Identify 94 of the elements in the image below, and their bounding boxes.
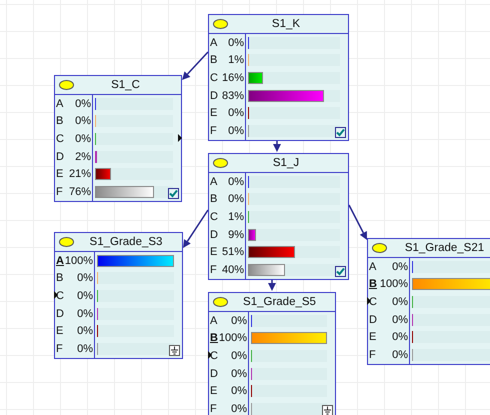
probability-value: 0% bbox=[392, 348, 408, 361]
probability-value: 0% bbox=[75, 98, 91, 110]
probability-value: 0% bbox=[392, 331, 408, 344]
node-title: S1_C bbox=[110, 79, 141, 91]
state-label: A bbox=[56, 254, 64, 267]
probability-value: 0% bbox=[228, 36, 244, 49]
probability-value: 40% bbox=[222, 264, 244, 276]
probability-value: 0% bbox=[228, 176, 244, 188]
ground-icon[interactable] bbox=[322, 404, 333, 415]
probability-value: 83% bbox=[222, 90, 244, 102]
state-label: A bbox=[210, 176, 218, 188]
node-title: S1_Grade_S5 bbox=[242, 296, 317, 308]
network-node[interactable]: S1_C A 0% B 0% C 0% D 2% E 21% F 76% bbox=[54, 75, 182, 202]
state-label: A bbox=[210, 314, 218, 327]
checkbox-icon[interactable] bbox=[335, 126, 346, 138]
probability-value: 0% bbox=[75, 115, 91, 128]
oval-icon bbox=[213, 158, 228, 168]
probability-value: 9% bbox=[228, 228, 244, 241]
network-node[interactable]: S1_K A 0% B 1% C 16% D 83% E 0% F 0% bbox=[208, 14, 349, 141]
probability-value: 0% bbox=[231, 385, 247, 398]
state-label: A bbox=[210, 36, 218, 49]
probability-value: 0% bbox=[231, 314, 247, 327]
probability-value: 0% bbox=[77, 308, 93, 320]
node-title: S1_Grade_S3 bbox=[88, 236, 164, 248]
probability-value: 16% bbox=[222, 72, 244, 84]
state-label: E bbox=[210, 385, 218, 398]
state-label: F bbox=[210, 124, 217, 137]
probability-value: 0% bbox=[77, 342, 93, 355]
checkbox-icon[interactable] bbox=[335, 266, 346, 277]
arrow bbox=[183, 210, 209, 248]
checkbox-icon[interactable] bbox=[168, 188, 179, 199]
probability-value: 100% bbox=[64, 254, 93, 267]
oval-icon bbox=[213, 297, 228, 307]
probability-value: 0% bbox=[231, 402, 247, 415]
probability-value: 0% bbox=[228, 193, 244, 206]
probability-value: 51% bbox=[222, 246, 244, 258]
network-node[interactable]: S1_J A 0% B 0% C 1% D 9% E 51% F 40% bbox=[208, 153, 349, 280]
state-label: B bbox=[210, 54, 218, 66]
probability-value: 2% bbox=[75, 150, 91, 163]
state-label: E bbox=[210, 246, 218, 258]
state-label: B bbox=[210, 193, 218, 206]
probability-value: 76% bbox=[68, 186, 91, 198]
state-label: D bbox=[210, 90, 218, 102]
state-label: D bbox=[56, 150, 64, 163]
probability-value: 0% bbox=[77, 272, 93, 284]
arrow bbox=[268, 278, 276, 291]
state-label: A bbox=[56, 98, 64, 110]
node-title: S1_J bbox=[272, 157, 300, 169]
state-label: F bbox=[210, 264, 217, 276]
state-label: F bbox=[56, 342, 63, 355]
state-label: E bbox=[56, 325, 64, 338]
probability-value: 0% bbox=[228, 107, 244, 120]
probability-value: 100% bbox=[218, 332, 247, 344]
state-label: B bbox=[56, 272, 64, 284]
state-label: B bbox=[210, 332, 218, 344]
state-label: C bbox=[210, 72, 218, 84]
arrow bbox=[348, 204, 367, 240]
oval-icon bbox=[59, 80, 74, 90]
probability-value: 0% bbox=[228, 124, 244, 137]
probability-value: 0% bbox=[77, 290, 93, 302]
state-label: D bbox=[369, 314, 377, 326]
state-label: E bbox=[56, 168, 64, 180]
oval-icon bbox=[213, 19, 228, 29]
oval-icon bbox=[59, 237, 74, 247]
state-label: F bbox=[369, 348, 376, 361]
state-label: F bbox=[210, 402, 217, 415]
probability-value: 0% bbox=[392, 296, 408, 308]
probability-value: 0% bbox=[231, 350, 247, 362]
state-label: F bbox=[56, 186, 63, 198]
probability-value: 1% bbox=[228, 210, 244, 223]
probability-value: 0% bbox=[77, 325, 93, 338]
state-label: D bbox=[210, 228, 218, 241]
ground-icon[interactable] bbox=[169, 344, 180, 356]
probability-value: 0% bbox=[231, 368, 247, 380]
state-label: A bbox=[369, 260, 376, 273]
oval-icon bbox=[372, 243, 387, 253]
state-label: E bbox=[210, 107, 218, 120]
state-label: C bbox=[210, 210, 218, 223]
state-label: E bbox=[369, 331, 376, 344]
arrow bbox=[273, 139, 281, 152]
probability-value: 1% bbox=[228, 54, 244, 66]
node-title: S1_Grade_S21 bbox=[404, 242, 486, 254]
probability-value: 0% bbox=[75, 132, 91, 145]
probability-value: 21% bbox=[68, 168, 91, 180]
state-label: D bbox=[56, 308, 64, 320]
state-label: B bbox=[56, 115, 64, 128]
probability-value: 0% bbox=[392, 314, 408, 326]
probability-value: 0% bbox=[392, 260, 408, 273]
state-label: C bbox=[56, 132, 64, 145]
state-label: B bbox=[369, 278, 377, 290]
node-title: S1_K bbox=[270, 18, 302, 30]
state-label: D bbox=[210, 368, 218, 380]
probability-value: 100% bbox=[380, 278, 408, 290]
arrow bbox=[182, 51, 209, 80]
